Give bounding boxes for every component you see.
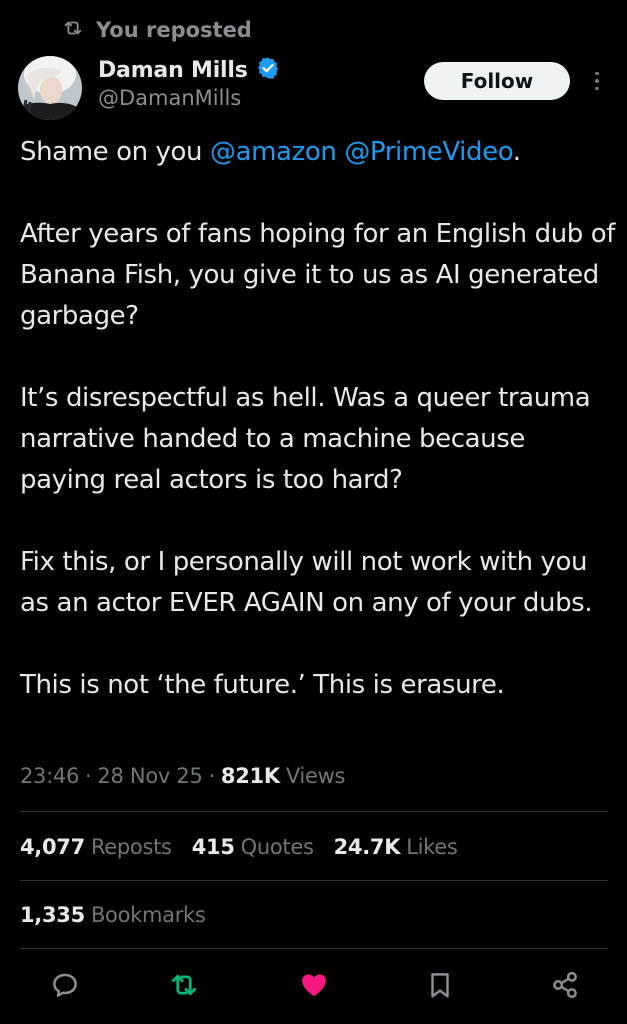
follow-button[interactable]: Follow <box>424 62 570 100</box>
tweet-paragraph-1: Shame on you @amazon @PrimeVideo. <box>20 132 616 173</box>
verified-badge-icon <box>256 56 280 84</box>
tweet-meta: 23:46 · 28 Nov 25 · 821K Views <box>20 758 345 794</box>
author-name[interactable]: Daman Mills <box>98 58 248 83</box>
repost-icon[interactable] <box>167 968 201 1002</box>
repost-context-icon <box>62 17 84 44</box>
tweet-paragraph-2: After years of fans hoping for an Englis… <box>20 219 616 331</box>
author-handle[interactable]: @DamanMills <box>98 86 241 110</box>
bookmark-stats: 1,335 Bookmarks <box>20 897 206 933</box>
bookmarks-stat[interactable]: 1,335 Bookmarks <box>20 903 206 927</box>
reply-icon[interactable] <box>48 968 82 1002</box>
bookmarks-count: 1,335 <box>20 903 85 927</box>
social-context: You reposted <box>62 14 252 46</box>
tweet-paragraph-4: Fix this, or I personally will not work … <box>20 547 593 618</box>
meta-separator: · <box>208 764 216 788</box>
tweet-paragraph-5: This is not ‘the future.’ This is erasur… <box>20 670 505 700</box>
tweet-paragraph-3: It’s disrespectful as hell. Was a queer … <box>20 383 591 495</box>
reposts-count: 4,077 <box>20 835 85 859</box>
tweet-time[interactable]: 23:46 <box>20 764 79 788</box>
likes-label: Likes <box>406 835 458 859</box>
views-label: Views <box>285 764 346 788</box>
mention-amazon[interactable]: @amazon <box>210 137 337 167</box>
meta-separator: · <box>85 764 92 788</box>
social-context-text: You reposted <box>96 18 252 42</box>
mention-primevideo[interactable]: @PrimeVideo <box>344 137 513 167</box>
quotes-label: Quotes <box>240 835 314 859</box>
more-options-icon[interactable] <box>588 66 606 96</box>
action-bar <box>0 960 627 1010</box>
share-icon[interactable] <box>548 968 582 1002</box>
divider <box>20 880 608 881</box>
author-name-row[interactable]: Daman Mills <box>98 54 280 86</box>
divider <box>20 811 608 812</box>
reposts-stat[interactable]: 4,077 Reposts <box>20 835 172 859</box>
likes-stat[interactable]: 24.7K Likes <box>334 835 458 859</box>
quotes-stat[interactable]: 415 Quotes <box>192 835 314 859</box>
tweet-date[interactable]: 28 Nov 25 <box>97 764 202 788</box>
like-icon[interactable] <box>297 968 331 1002</box>
quotes-count: 415 <box>191 835 235 859</box>
reposts-label: Reposts <box>90 835 172 859</box>
engagement-stats: 4,077 Reposts 415 Quotes 24.7K Likes <box>20 829 458 865</box>
likes-count: 24.7K <box>333 835 401 859</box>
avatar[interactable] <box>18 56 82 120</box>
tweet-text-segment: Shame on you <box>20 137 210 167</box>
divider <box>20 948 608 949</box>
tweet-text-segment: . <box>512 137 521 167</box>
bookmark-icon[interactable] <box>423 968 457 1002</box>
views-count: 821K <box>220 764 280 788</box>
tweet-text: Shame on you @amazon @PrimeVideo. After … <box>20 132 616 706</box>
bookmarks-label: Bookmarks <box>90 903 206 927</box>
